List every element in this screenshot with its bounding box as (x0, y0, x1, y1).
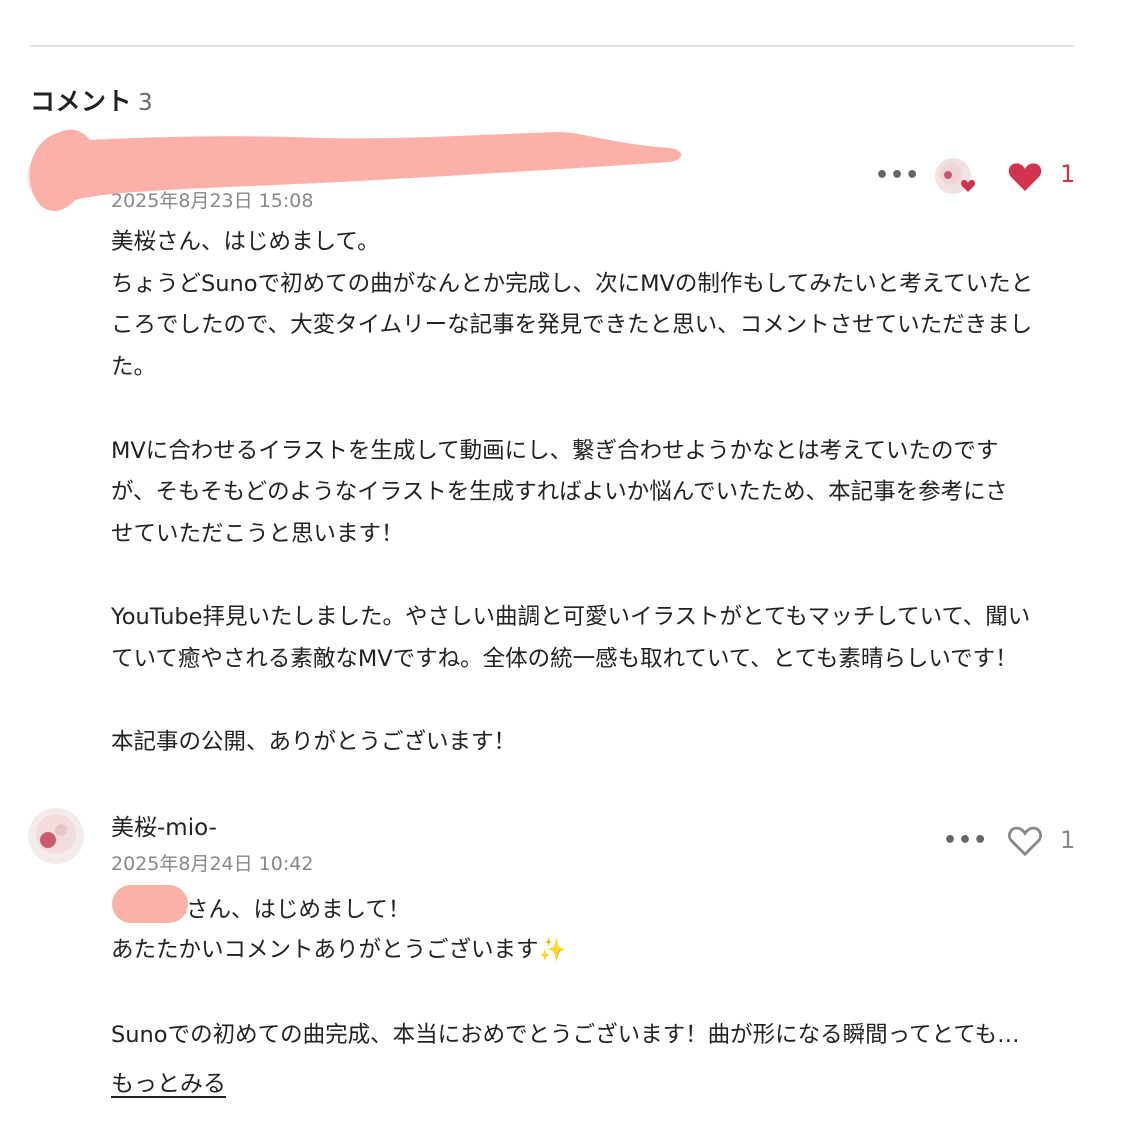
comment-body-line-1: さん、はじめまして！ (186, 897, 411, 923)
sparkle-emoji: ✨ (538, 937, 567, 963)
comments-title: コメント (30, 87, 133, 116)
comment-date: 2025年8月24日 10:42 (111, 853, 314, 875)
comment-body-text: あたたかいコメントありがとうございます (111, 937, 539, 963)
ellipsis-icon: ••• (875, 163, 921, 188)
like-count: 1 (1060, 826, 1076, 854)
comment-body-line-3: Sunoでの初めての曲完成、本当におめでとうございます！曲が形になる瞬間ってとて… (111, 1022, 1020, 1048)
comment-username[interactable]: 美桜-mio- (111, 808, 217, 842)
more-options-button[interactable]: ••• (875, 163, 920, 188)
like-count: 1 (1060, 160, 1076, 188)
redaction-mark (29, 129, 682, 212)
comment-body-line-2: あたたかいコメントありがとうございます✨ (111, 932, 567, 964)
more-options-button[interactable]: ••• (943, 828, 988, 853)
top-divider (30, 45, 1074, 47)
avatar-illustration (36, 814, 76, 854)
comments-heading: コメント 3 (30, 82, 153, 118)
comment-body: 美桜さん、はじめまして。 ちょうどSunoで初めての曲がなんとか完成し、次にMV… (111, 229, 1034, 756)
heart-filled-icon[interactable] (1006, 157, 1044, 195)
read-more-link[interactable]: もっとみる (111, 1064, 226, 1098)
comments-count: 3 (138, 90, 154, 116)
heart-outline-icon[interactable] (1006, 821, 1044, 859)
ellipsis-icon: ••• (943, 828, 989, 853)
avatar[interactable] (28, 808, 84, 864)
redaction-mark (112, 885, 188, 923)
small-heart-icon (960, 180, 976, 192)
